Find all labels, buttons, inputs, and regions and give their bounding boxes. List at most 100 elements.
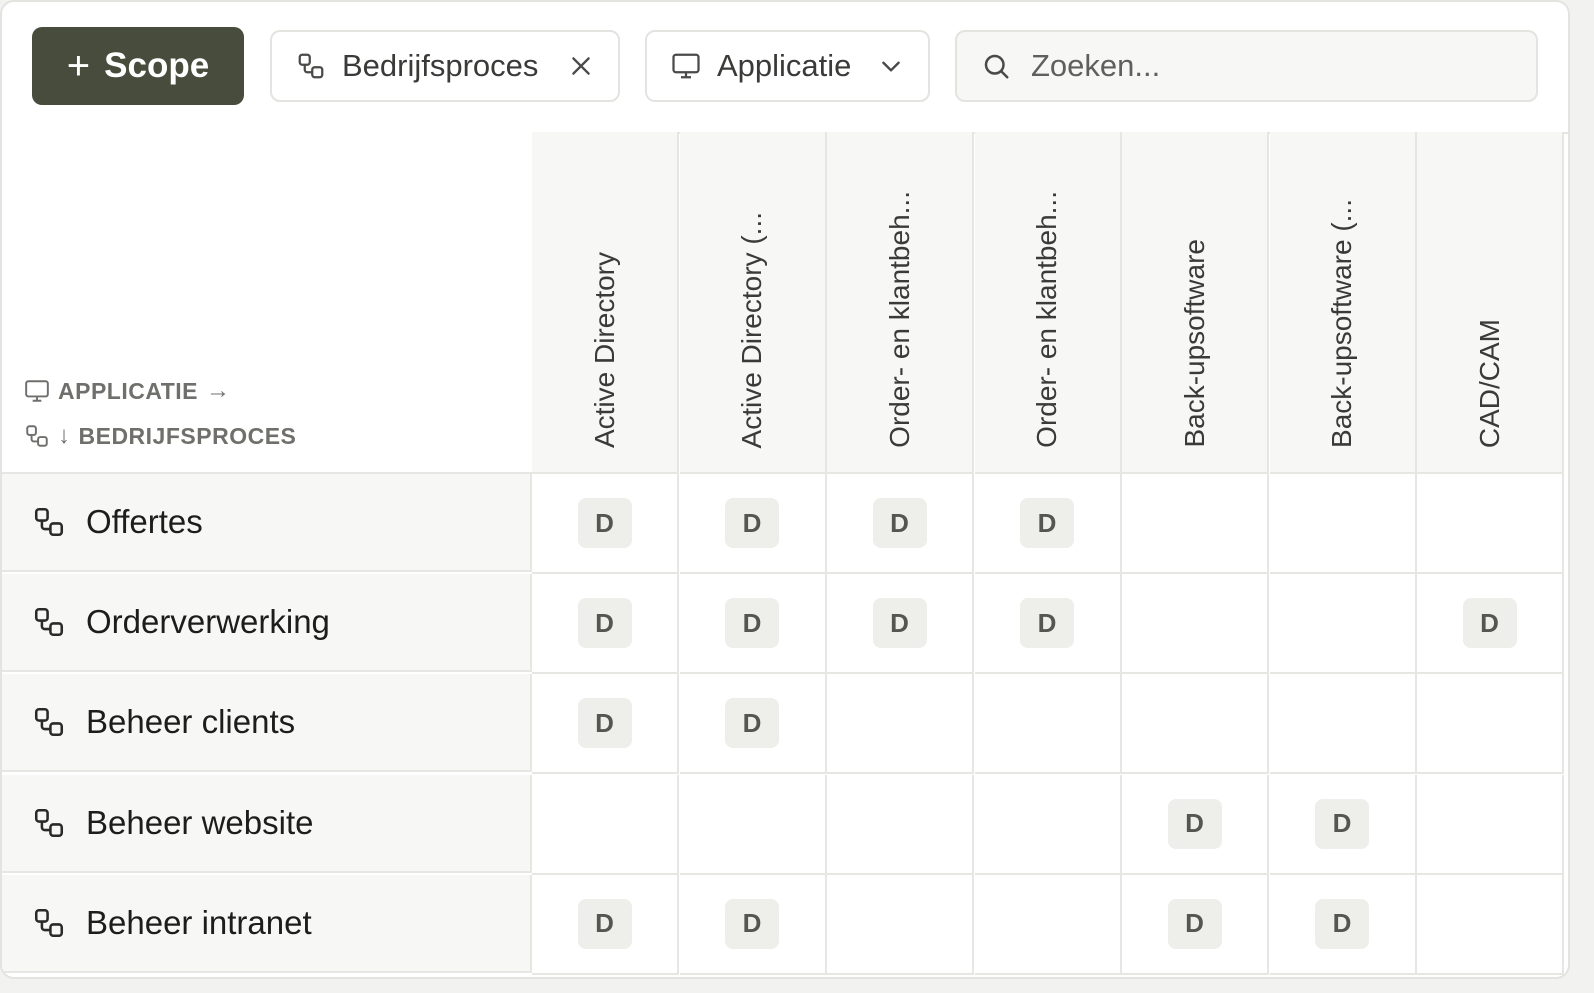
arrow-down-icon: ↓ — [58, 422, 71, 449]
process-icon — [32, 605, 66, 639]
matrix-cell[interactable]: D — [1122, 774, 1269, 875]
relation-badge[interactable]: D — [577, 698, 632, 749]
matrix-cell[interactable]: D — [827, 574, 974, 675]
monitor-icon — [672, 53, 700, 79]
process-icon — [32, 806, 66, 840]
monitor-icon — [25, 380, 49, 402]
search-icon — [984, 54, 1009, 79]
relation-badge[interactable]: D — [1167, 898, 1222, 949]
column-header-label: Active Directory — [588, 251, 620, 448]
matrix-cell[interactable] — [974, 774, 1122, 875]
column-header[interactable]: Active Directory — [532, 132, 679, 474]
column-header-label: Active Directory (... — [736, 211, 767, 448]
relation-badge[interactable]: D — [725, 598, 779, 649]
matrix-cell[interactable] — [1417, 874, 1564, 975]
column-header-label: Order- en klantbeh... — [883, 191, 915, 448]
process-icon — [32, 705, 66, 739]
matrix-cell[interactable] — [1417, 774, 1564, 875]
matrix-cell[interactable]: D — [974, 574, 1122, 675]
row-header[interactable]: Beheer intranet — [2, 874, 532, 973]
dimension-select-applicatie[interactable]: Applicatie — [645, 30, 930, 102]
relation-badge[interactable]: D — [577, 498, 632, 548]
matrix-cell[interactable]: D — [532, 674, 679, 775]
column-header-label: Back-upsoftware (... — [1326, 199, 1357, 448]
matrix-cell[interactable]: D — [974, 474, 1122, 574]
row-header-label: Beheer website — [86, 803, 314, 841]
matrix-cell[interactable] — [1417, 474, 1564, 574]
row-header-label: Beheer intranet — [86, 903, 312, 941]
matrix-cell[interactable]: D — [532, 474, 679, 574]
row-header[interactable]: Orderverwerking — [2, 574, 532, 673]
matrix-cell[interactable]: D — [1122, 874, 1269, 975]
toolbar: + Scope Bedrijfsproces Applicatie — [2, 2, 1568, 134]
relation-badge[interactable]: D — [872, 498, 927, 548]
matrix-cell[interactable] — [679, 774, 827, 875]
close-icon[interactable] — [568, 53, 594, 79]
add-scope-button[interactable]: + Scope — [32, 27, 244, 105]
row-header-label: Orderverwerking — [86, 603, 330, 641]
matrix-cell[interactable]: D — [1269, 774, 1417, 875]
matrix-cell[interactable] — [532, 774, 679, 875]
process-icon — [32, 906, 66, 940]
matrix-cell[interactable]: D — [679, 574, 827, 675]
matrix-cell[interactable]: D — [1417, 574, 1564, 675]
column-header[interactable]: Back-upsoftware — [1122, 132, 1269, 474]
matrix-cell[interactable] — [974, 674, 1122, 775]
matrix-cell[interactable] — [1122, 474, 1269, 574]
app-window: + Scope Bedrijfsproces Applicatie Zoeken… — [0, 0, 1570, 979]
relation-badge[interactable]: D — [1020, 498, 1074, 548]
matrix-cell[interactable] — [974, 874, 1122, 975]
relation-badge[interactable]: D — [1167, 798, 1222, 849]
matrix-cell[interactable] — [1269, 674, 1417, 775]
relation-badge[interactable]: D — [1020, 598, 1074, 649]
matrix-corner: APPLICATIE → ↓ BEDRIJFSPROCES — [2, 132, 534, 474]
matrix-cell[interactable]: D — [532, 574, 679, 675]
axis-x-label: APPLICATIE → — [24, 377, 231, 405]
matrix-cell[interactable]: D — [532, 874, 679, 975]
process-icon — [26, 425, 48, 447]
row-header[interactable]: Beheer website — [2, 774, 532, 873]
matrix-cell[interactable] — [1122, 574, 1269, 675]
matrix-cell[interactable]: D — [679, 474, 827, 574]
process-icon — [32, 505, 66, 539]
filter-chip-bedrijfsproces[interactable]: Bedrijfsproces — [270, 30, 620, 102]
column-header[interactable]: Order- en klantbeh... — [827, 132, 974, 474]
relation-badge[interactable]: D — [1315, 798, 1369, 849]
matrix-cell[interactable] — [1269, 574, 1417, 675]
matrix-cell[interactable] — [1269, 474, 1417, 574]
relation-badge[interactable]: D — [577, 898, 632, 949]
column-header[interactable]: Order- en klantbeh... — [974, 132, 1122, 474]
column-header[interactable]: CAD/CAM — [1417, 132, 1564, 474]
axis-y-label: ↓ BEDRIJFSPROCES — [24, 422, 296, 450]
relation-badge[interactable]: D — [725, 898, 779, 949]
relation-badge[interactable]: D — [872, 598, 927, 649]
arrow-right-icon: → — [206, 377, 231, 404]
matrix-cell[interactable] — [827, 774, 974, 875]
column-header[interactable]: Active Directory (... — [679, 132, 827, 474]
relation-badge[interactable]: D — [725, 498, 779, 548]
row-header[interactable]: Beheer clients — [2, 674, 532, 773]
matrix-cell[interactable] — [827, 874, 974, 975]
column-header-label: Back-upsoftware — [1178, 239, 1210, 448]
axis-x-text: APPLICATIE — [58, 377, 199, 404]
matrix-cell[interactable] — [827, 674, 974, 775]
row-header[interactable]: Offertes — [2, 474, 532, 572]
add-scope-label: Scope — [104, 46, 210, 85]
matrix-cell[interactable]: D — [679, 874, 827, 975]
matrix-cell[interactable]: D — [679, 674, 827, 775]
search-box[interactable] — [955, 30, 1538, 102]
column-header[interactable]: Back-upsoftware (... — [1269, 132, 1417, 474]
process-icon — [298, 53, 324, 79]
axis-y-text: BEDRIJFSPROCES — [78, 422, 297, 449]
row-header-label: Offertes — [86, 503, 203, 540]
matrix-cell[interactable] — [1122, 674, 1269, 775]
relation-badge[interactable]: D — [1462, 598, 1517, 649]
matrix-cell[interactable]: D — [827, 474, 974, 574]
matrix-cell[interactable] — [1417, 674, 1564, 775]
relation-badge[interactable]: D — [725, 698, 779, 749]
search-input[interactable] — [1029, 47, 1512, 85]
relation-badge[interactable]: D — [1315, 898, 1369, 949]
row-header-label: Beheer clients — [86, 703, 296, 741]
matrix-cell[interactable]: D — [1269, 874, 1417, 975]
relation-badge[interactable]: D — [577, 598, 632, 649]
